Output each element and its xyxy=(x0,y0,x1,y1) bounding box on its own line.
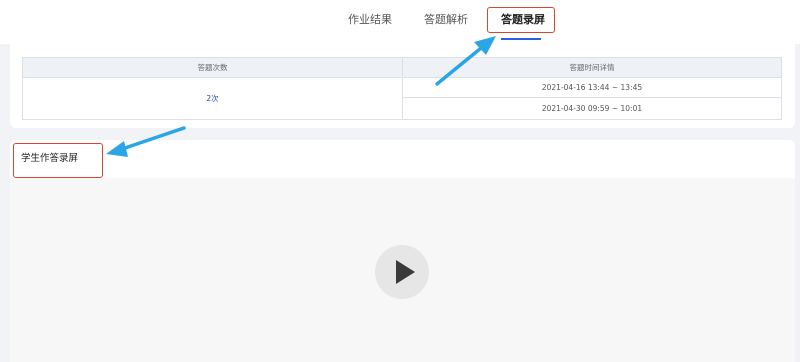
title-highlight-box xyxy=(13,143,103,178)
tab-bar: 作业结果 答题解析 答题录屏 xyxy=(0,0,800,44)
attempt-count-cell: 2次 xyxy=(23,78,403,119)
attempt-time-row-2: 2021-04-30 09:59 ~ 10:01 xyxy=(541,104,643,113)
attempts-card: 答题次数 答题时间详情 2次 2021-04-16 13:44 ~ 13:45 … xyxy=(10,44,795,128)
tab-homework-result[interactable]: 作业结果 xyxy=(348,13,392,27)
play-button[interactable] xyxy=(375,245,429,299)
play-icon xyxy=(396,260,415,284)
tab-highlight-box xyxy=(487,7,555,33)
tab-answer-analysis[interactable]: 答题解析 xyxy=(424,13,468,27)
header-time-details: 答题时间详情 xyxy=(403,58,781,78)
attempts-table: 答题次数 答题时间详情 2次 2021-04-16 13:44 ~ 13:45 … xyxy=(22,57,782,120)
header-attempt-count: 答题次数 xyxy=(23,58,403,78)
attempt-time-row-1: 2021-04-16 13:44 ~ 13:45 xyxy=(403,78,781,98)
active-tab-underline xyxy=(501,38,541,40)
